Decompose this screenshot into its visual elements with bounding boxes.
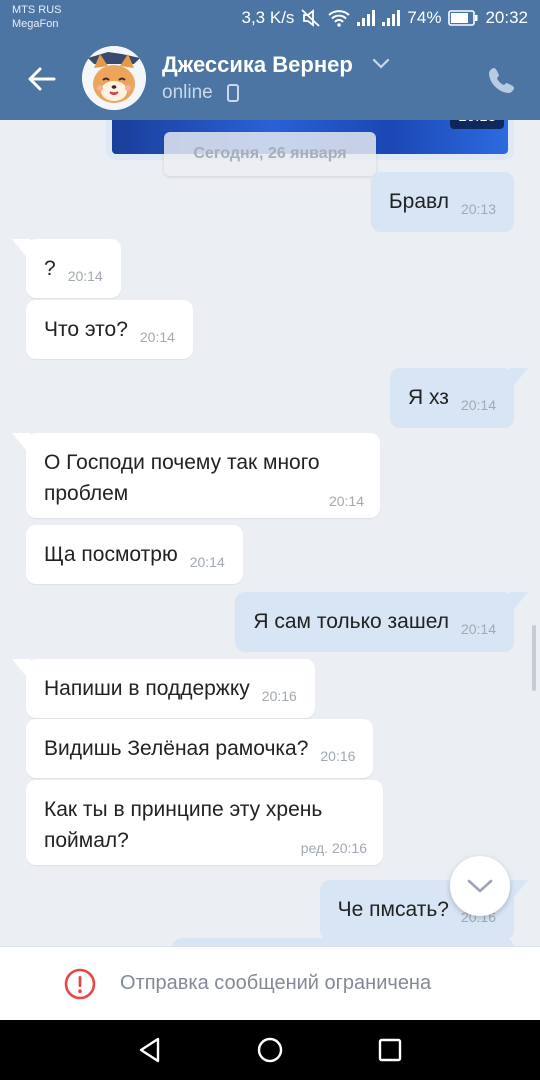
- message-text: О Господи почему так много проблем: [44, 451, 320, 505]
- message-outgoing[interactable]: Я хз 20:14: [390, 368, 514, 427]
- message-incoming[interactable]: Видишь Зелёная рамочка? 20:16: [26, 719, 374, 778]
- message-text: Видишь Зелёная рамочка?: [44, 737, 309, 760]
- message-incoming[interactable]: ? 20:14: [26, 239, 121, 298]
- carrier-info: MTS RUS MegaFon: [12, 3, 62, 31]
- message-time: 20:14: [460, 621, 496, 637]
- scroll-down-button[interactable]: [450, 856, 510, 916]
- message-text: ?: [44, 257, 56, 280]
- status-indicators: 3,3 K/s 74% 20:32: [242, 7, 529, 29]
- contact-status: online: [162, 82, 213, 103]
- message-time: 20:14: [139, 329, 175, 345]
- chevron-down-icon: [467, 879, 493, 893]
- contact-name[interactable]: Джессика Вернер: [162, 52, 353, 78]
- message-text: Я хз: [408, 386, 449, 409]
- message-time: 20:16: [320, 748, 356, 764]
- message-text: Бравл: [388, 190, 449, 213]
- circle-home-icon: [257, 1037, 283, 1063]
- carrier-secondary: MegaFon: [12, 18, 59, 30]
- message-time: 20:14: [67, 268, 103, 284]
- message-outgoing[interactable]: Я сам только зашел 20:14: [235, 592, 514, 651]
- shiba-avatar-image: [82, 46, 146, 110]
- message-incoming[interactable]: О Господи почему так много проблем 20:14: [26, 433, 380, 518]
- phone-call-icon: [489, 68, 514, 93]
- mobile-phone-icon: [227, 84, 239, 102]
- wifi-icon: [328, 9, 351, 27]
- triangle-back-icon: [139, 1037, 160, 1063]
- battery-icon: [448, 10, 478, 26]
- nav-recents-button[interactable]: [372, 1032, 408, 1068]
- clock: 20:32: [485, 8, 528, 27]
- messaging-restricted-bar: Отправка сообщений ограничена: [0, 946, 540, 1020]
- chat-header: Джессика Вернер online: [0, 38, 540, 120]
- nav-back-button[interactable]: [132, 1032, 168, 1068]
- message-text: Напиши в поддержку: [44, 677, 250, 700]
- message-incoming[interactable]: Ща посмотрю 20:14: [26, 525, 243, 584]
- carrier-primary: MTS RUS: [12, 4, 62, 16]
- signal-icon: [357, 10, 376, 26]
- back-button[interactable]: [20, 59, 64, 99]
- restriction-message: Отправка сообщений ограничена: [120, 972, 432, 994]
- message-incoming[interactable]: Как ты в принципе эту хрень поймал? ред.…: [26, 780, 383, 865]
- call-button[interactable]: [482, 60, 522, 100]
- message-text: Ща посмотрю: [44, 543, 178, 566]
- network-speed: 3,3 K/s: [241, 8, 295, 27]
- message-outgoing-partial[interactable]: [172, 938, 514, 946]
- message-time: 20:14: [328, 493, 364, 509]
- warning-icon: [64, 968, 96, 1000]
- message-text: Как ты в принципе эту хрень поймал?: [44, 798, 323, 852]
- message-list[interactable]: 20:13 Сегодня, 26 января Бравл 20:13 ? 20:…: [0, 120, 540, 946]
- message-time: 20:16: [261, 688, 297, 704]
- message-text: Че пмсать?: [337, 898, 449, 921]
- battery-percent: 74%: [407, 8, 442, 27]
- message-time: 20:14: [189, 554, 225, 570]
- message-outgoing[interactable]: Бравл 20:13: [370, 172, 514, 231]
- signal-icon-2: [382, 10, 401, 26]
- status-bar: MTS RUS MegaFon 3,3 K/s 74% 20:32: [0, 0, 540, 38]
- message-text: Я сам только зашел: [253, 610, 449, 633]
- system-navigation-bar: [0, 1020, 540, 1080]
- message-incoming[interactable]: Что это? 20:14: [26, 300, 193, 359]
- media-time: 20:13: [450, 120, 504, 129]
- message-incoming[interactable]: Напиши в поддержку 20:16: [26, 659, 315, 718]
- message-time: 20:13: [460, 201, 496, 217]
- date-divider: Сегодня, 26 января: [164, 132, 376, 176]
- message-text: Что это?: [44, 318, 128, 341]
- chevron-down-icon[interactable]: [372, 58, 390, 70]
- message-time: 20:14: [460, 397, 496, 413]
- message-time: ред. 20:16: [300, 840, 367, 856]
- mute-icon: [301, 9, 321, 27]
- scrollbar[interactable]: [532, 625, 536, 691]
- nav-home-button[interactable]: [252, 1032, 288, 1068]
- square-recents-icon: [378, 1038, 402, 1062]
- back-arrow-icon: [28, 67, 56, 91]
- avatar[interactable]: [82, 46, 146, 110]
